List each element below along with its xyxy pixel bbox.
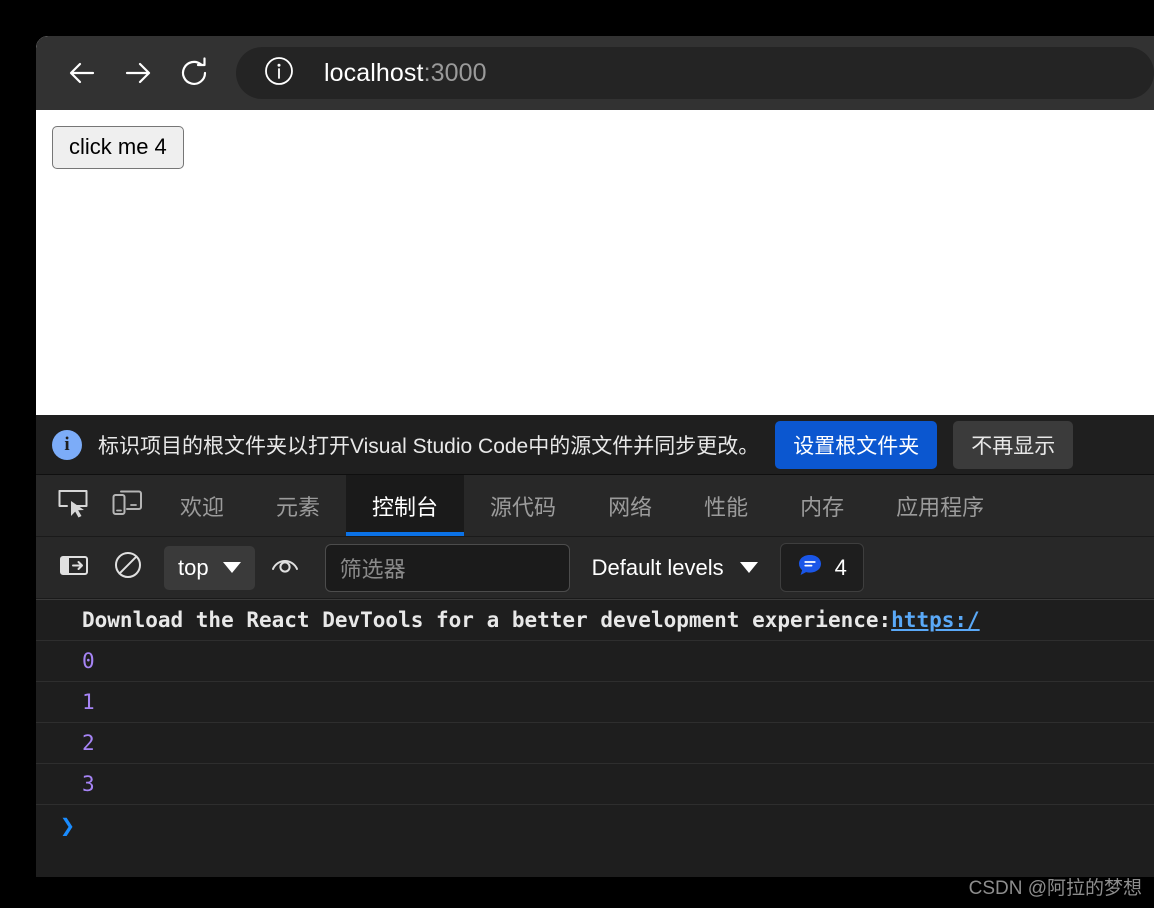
inspect-element-icon	[56, 486, 90, 525]
create-live-expression-icon	[269, 549, 301, 586]
log-levels-label: Default levels	[591, 554, 724, 580]
set-root-folder-button[interactable]: 设置根文件夹	[775, 420, 938, 469]
arrow-left-icon	[62, 53, 102, 93]
back-button[interactable]	[54, 45, 110, 101]
console-message-text: Download the React DevTools for a better…	[82, 608, 892, 632]
click-me-button[interactable]: click me 4	[52, 126, 184, 170]
tab-label: 性能	[704, 494, 749, 520]
console-value-text: 0	[82, 649, 95, 673]
screenshot-canvas: localhost:3000 click me 4 i 标识项目的根文件夹以打开…	[0, 0, 1154, 908]
tab-welcome[interactable]: 欢迎	[154, 475, 250, 536]
tab-sources[interactable]: 源代码	[464, 475, 582, 536]
create-live-expression-button[interactable]	[261, 544, 309, 592]
chevron-down-icon	[222, 562, 241, 573]
url-port: :3000	[423, 58, 487, 87]
console-value-row[interactable]: 1	[36, 682, 1154, 723]
arrow-right-icon	[118, 53, 158, 93]
clear-console-button[interactable]	[104, 544, 152, 592]
browser-window: localhost:3000 click me 4 i 标识项目的根文件夹以打开…	[36, 36, 1154, 877]
log-levels-dropdown[interactable]: Default levels	[592, 555, 758, 581]
console-value-text: 1	[82, 690, 95, 714]
execution-context-dropdown[interactable]: top	[164, 545, 255, 590]
reload-button[interactable]	[166, 45, 222, 101]
console-message-link[interactable]: https:/	[891, 608, 980, 632]
url-display: localhost:3000	[324, 59, 487, 88]
clear-console-icon	[112, 549, 144, 586]
devtools-infobar: i 标识项目的根文件夹以打开Visual Studio Code中的源文件并同步…	[36, 415, 1154, 475]
message-bubble-icon	[797, 552, 823, 583]
site-info-icon[interactable]	[262, 54, 296, 93]
console-value-row[interactable]: 0	[36, 641, 1154, 682]
address-bar[interactable]: localhost:3000	[236, 47, 1154, 99]
tab-application[interactable]: 应用程序	[870, 475, 1010, 536]
tab-label: 内存	[800, 494, 845, 520]
dont-show-again-button[interactable]: 不再显示	[953, 420, 1074, 469]
tab-console[interactable]: 控制台	[346, 475, 465, 536]
console-value-text: 3	[82, 772, 95, 796]
show-console-sidebar-button[interactable]	[50, 544, 98, 592]
tab-label: 网络	[608, 494, 653, 520]
console-value-row[interactable]: 2	[36, 723, 1154, 764]
message-count-button[interactable]: 4	[779, 543, 864, 592]
watermark: CSDN @阿拉的梦想	[968, 878, 1142, 899]
show-console-sidebar-icon	[58, 549, 90, 586]
browser-toolbar: localhost:3000	[36, 36, 1154, 110]
console-value-text: 2	[82, 731, 95, 755]
tab-elements[interactable]: 元素	[250, 475, 346, 536]
prompt-chevron-icon: ❯	[60, 811, 76, 840]
tab-label: 应用程序	[896, 494, 985, 520]
tab-label: 源代码	[490, 494, 557, 520]
tab-label: 控制台	[372, 494, 439, 520]
page-viewport: click me 4	[36, 110, 1154, 415]
tab-network[interactable]: 网络	[582, 475, 678, 536]
forward-button[interactable]	[110, 45, 166, 101]
console-toolbar: top 筛选器 Default levels 4	[36, 537, 1154, 599]
devtools-panel: i 标识项目的根文件夹以打开Visual Studio Code中的源文件并同步…	[36, 415, 1154, 877]
tab-performance[interactable]: 性能	[678, 475, 774, 536]
tab-label: 元素	[276, 494, 321, 520]
console-message-row[interactable]: Download the React DevTools for a better…	[36, 600, 1154, 641]
tab-label: 欢迎	[180, 494, 225, 520]
device-toolbar-button[interactable]	[100, 475, 154, 536]
console-input-prompt[interactable]: ❯	[36, 805, 1154, 846]
infobar-message: 标识项目的根文件夹以打开Visual Studio Code中的源文件并同步更改…	[98, 434, 760, 458]
device-toolbar-icon	[110, 486, 144, 525]
devtools-tabstrip: 欢迎 元素 控制台 源代码 网络 性能 内存 应用程序	[36, 475, 1154, 537]
message-count-value: 4	[834, 554, 847, 580]
chevron-down-icon	[739, 562, 758, 573]
console-value-row[interactable]: 3	[36, 764, 1154, 805]
info-icon: i	[52, 429, 82, 460]
execution-context-label: top	[178, 554, 209, 580]
inspect-element-button[interactable]	[46, 475, 100, 536]
url-host: localhost	[324, 58, 424, 87]
tab-memory[interactable]: 内存	[774, 475, 870, 536]
reload-icon	[174, 53, 214, 93]
console-output[interactable]: Download the React DevTools for a better…	[36, 599, 1154, 877]
console-filter-input[interactable]: 筛选器	[324, 543, 570, 592]
